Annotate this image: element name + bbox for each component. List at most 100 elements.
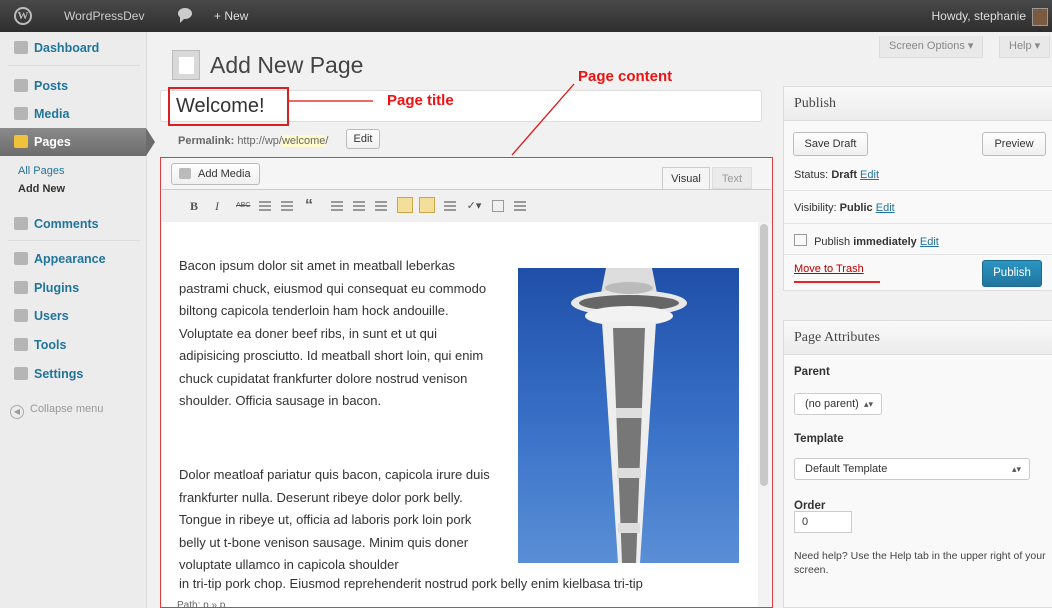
fullscreen-icon[interactable]: [492, 200, 504, 212]
new-content-link[interactable]: + New: [214, 9, 248, 23]
sidebar-item-appearance[interactable]: Appearance: [0, 245, 146, 273]
site-name-link[interactable]: WordPressDev: [64, 9, 144, 23]
parent-select[interactable]: (no parent) ▴▾: [794, 393, 882, 415]
blockquote-button[interactable]: “: [305, 198, 313, 214]
sidebar-item-label: Media: [34, 107, 70, 121]
wordpress-logo-icon[interactable]: W: [14, 7, 32, 25]
strikethrough-button[interactable]: ABC: [236, 198, 250, 214]
content-annotation-label: Page content: [578, 68, 673, 85]
publish-button[interactable]: Publish: [982, 260, 1042, 287]
bold-button[interactable]: B: [190, 198, 198, 214]
publish-date-edit-link[interactable]: Edit: [920, 236, 939, 248]
add-media-label: Add Media: [198, 168, 251, 180]
editor-path: Path: p » p: [177, 600, 226, 608]
sidebar-item-posts[interactable]: Posts: [0, 72, 146, 100]
save-draft-button[interactable]: Save Draft: [793, 132, 868, 156]
sidebar-item-label: Users: [34, 309, 69, 323]
plugins-icon: [14, 281, 28, 294]
collapse-menu-button[interactable]: ◀ Collapse menu: [10, 403, 103, 419]
bullet-list-icon[interactable]: [259, 201, 271, 211]
sidebar-item-label: Dashboard: [34, 41, 100, 55]
sidebar-item-comments[interactable]: Comments: [0, 210, 146, 238]
media-icon: [14, 107, 28, 120]
collapse-arrow-icon: ◀: [10, 405, 24, 419]
permalink-label: Permalink:: [178, 135, 235, 147]
italic-button[interactable]: I: [215, 198, 219, 214]
divider: [784, 254, 1052, 255]
settings-icon: [14, 367, 28, 380]
unlink-icon[interactable]: [419, 197, 435, 213]
more-tag-icon[interactable]: [444, 201, 456, 211]
howdy-user-link[interactable]: Howdy, stephanie: [932, 9, 1027, 23]
permalink-slug[interactable]: welcome: [281, 135, 326, 147]
sidebar-item-users[interactable]: Users: [0, 302, 146, 330]
order-input[interactable]: 0: [794, 511, 852, 533]
page-attributes-box: Page Attributes Parent (no parent) ▴▾ Te…: [783, 320, 1052, 608]
help-button[interactable]: Help ▾: [999, 36, 1051, 58]
preview-button[interactable]: Preview: [982, 132, 1046, 156]
publish-box-title: Publish: [784, 87, 1052, 121]
publish-date-value: immediately: [853, 236, 917, 248]
title-annotation-box: [168, 87, 289, 126]
space-needle-illustration: [571, 268, 687, 563]
title-annotation-label: Page title: [387, 92, 454, 109]
menu-separator: [8, 240, 140, 241]
permalink-tail: /: [325, 135, 329, 147]
help-text: Need help? Use the Help tab in the upper…: [794, 550, 1046, 576]
parent-select-value: (no parent): [805, 398, 859, 410]
content-paragraph: Bacon ipsum dolor sit amet in meatball l…: [179, 258, 487, 408]
numbered-list-icon[interactable]: [281, 201, 293, 211]
page-icon: [172, 50, 200, 80]
admin-bar: W WordPressDev + New Howdy, stephanie: [0, 0, 1052, 32]
align-left-icon[interactable]: [331, 201, 343, 211]
permalink-row: Permalink: http://wp/welcome/: [178, 135, 328, 147]
users-icon: [14, 309, 28, 322]
sidebar-item-plugins[interactable]: Plugins: [0, 274, 146, 302]
editor-content-area[interactable]: Bacon ipsum dolor sit amet in meatball l…: [162, 222, 758, 607]
sidebar-item-dashboard[interactable]: Dashboard: [0, 34, 146, 62]
insert-link-icon[interactable]: [397, 197, 413, 213]
sidebar-item-label: Settings: [34, 367, 84, 381]
sidebar-item-pages[interactable]: Pages: [0, 128, 155, 156]
status-edit-link[interactable]: Edit: [860, 169, 879, 181]
align-center-icon[interactable]: [353, 201, 365, 211]
editor-scrollbar[interactable]: [758, 222, 770, 607]
visibility-edit-link[interactable]: Edit: [876, 202, 895, 214]
visibility-value: Public: [839, 202, 873, 214]
status-row: Status: Draft Edit: [794, 169, 879, 181]
kitchen-sink-icon[interactable]: [514, 201, 526, 211]
submenu-all-pages[interactable]: All Pages: [18, 165, 64, 177]
scrollbar-thumb[interactable]: [760, 224, 768, 486]
sidebar-item-media[interactable]: Media: [0, 100, 146, 128]
sidebar-item-label: Appearance: [34, 252, 106, 266]
parent-label: Parent: [794, 366, 830, 378]
visibility-label: Visibility:: [794, 202, 837, 214]
sidebar-item-tools[interactable]: Tools: [0, 331, 146, 359]
submenu-add-new[interactable]: Add New: [18, 183, 65, 195]
menu-separator: [8, 65, 140, 66]
spellcheck-icon[interactable]: ✓▾: [464, 198, 484, 214]
dashboard-icon: [14, 41, 28, 54]
avatar[interactable]: [1032, 8, 1048, 26]
publish-date-label: Publish: [814, 236, 851, 248]
move-to-trash-link[interactable]: Move to Trash: [794, 263, 880, 283]
sidebar-item-label: Posts: [34, 79, 69, 93]
sidebar-item-label: Plugins: [34, 281, 80, 295]
space-needle-image[interactable]: [518, 268, 739, 563]
tab-visual[interactable]: Visual: [662, 167, 710, 189]
permalink-edit-button[interactable]: Edit: [346, 129, 380, 149]
template-select[interactable]: Default Template ▴▾: [794, 458, 1030, 480]
comments-icon: [14, 217, 28, 230]
comments-bubble-icon[interactable]: [178, 8, 192, 23]
sidebar-item-settings[interactable]: Settings: [0, 360, 146, 388]
select-arrows-icon: ▴▾: [863, 399, 873, 409]
content-editor: Add Media Visual Text B I ABC “ ✓▾ Bacon…: [160, 157, 773, 608]
align-right-icon[interactable]: [375, 201, 387, 211]
screen-options-button[interactable]: Screen Options ▾: [879, 36, 984, 58]
sidebar-item-label: Tools: [34, 338, 67, 352]
permalink-base: http://wp/: [237, 135, 282, 147]
publish-box: Publish Save Draft Preview Status: Draft…: [783, 86, 1052, 291]
add-media-icon: [179, 168, 191, 179]
tab-text[interactable]: Text: [712, 167, 752, 189]
add-media-button[interactable]: Add Media: [171, 163, 260, 185]
